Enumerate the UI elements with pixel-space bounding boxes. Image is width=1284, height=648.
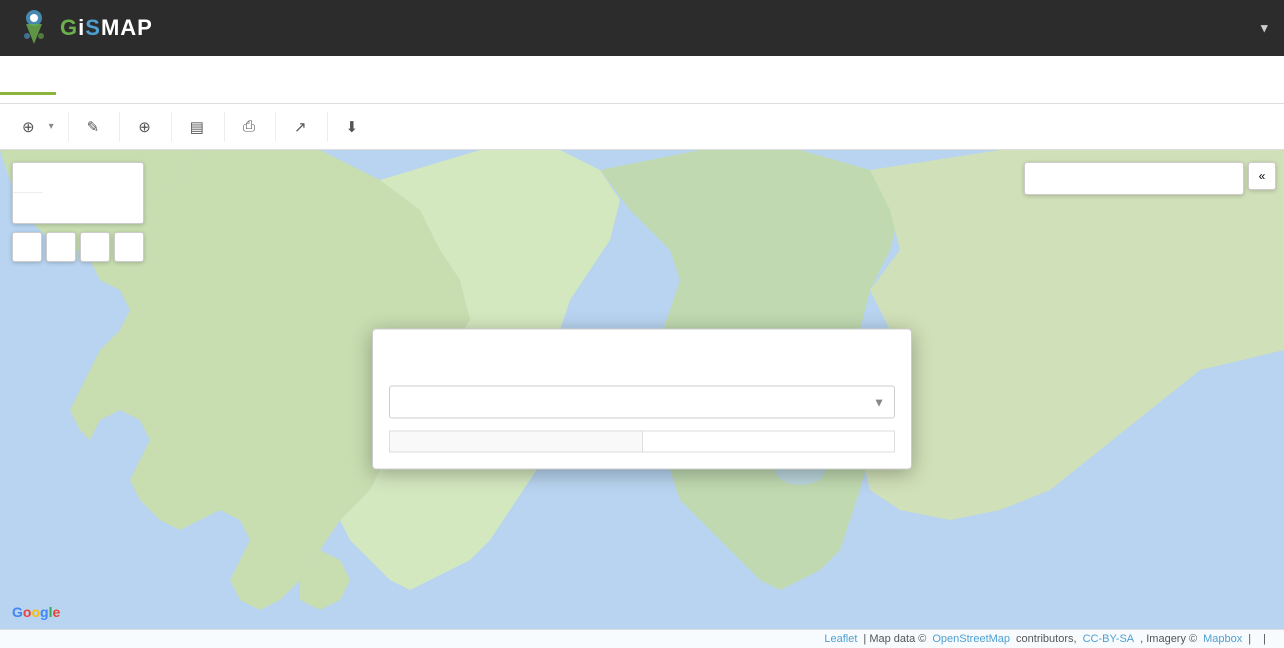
map-area[interactable]: « ▼ [0,150,1284,648]
save-layer-button[interactable]: ▤ [176,112,225,142]
zoom-out-button[interactable] [13,193,43,223]
mapbox-link[interactable]: Mapbox [1203,633,1242,645]
tab-layers[interactable] [0,64,56,95]
attribute-key [390,431,643,452]
save-icon: ▤ [190,118,204,136]
status-bar: Leaflet | Map data © OpenStreetMap contr… [0,629,1284,648]
popup-close-button[interactable] [875,344,895,364]
add-layer-button[interactable]: ⊕ ▾ [8,112,69,142]
add-base-map-button[interactable]: ⊕ [124,112,172,142]
map-controls [12,162,144,262]
osm-link[interactable]: OpenStreetMap [932,633,1010,645]
toolbar: ⊕ ▾ ✎ ⊕ ▤ ⎙ ↗ ⬇ [0,104,1284,150]
share-layer-button[interactable]: ↗ [280,112,328,142]
logo-text: GiSMAP [60,15,153,41]
plus-icon: ⊕ [22,118,35,136]
table-row [390,431,895,452]
popup-select-wrapper: ▼ [389,386,895,419]
pencil-icon: ✎ [87,118,100,136]
caret-icon: ▾ [49,121,54,132]
logo: GiSMAP [16,8,153,48]
collapse-button[interactable]: « [1248,162,1276,190]
tab-bar [0,56,1284,104]
more-button[interactable] [114,232,144,262]
top-navigation: GiSMAP ▾ [0,0,1284,56]
ccbysa-link[interactable]: CC-BY-SA [1083,633,1135,645]
print-icon: ⎙ [243,118,255,135]
nav-user[interactable]: ▾ [1257,20,1268,36]
download-icon: ⬇ [346,118,359,136]
map-print-button[interactable] [80,232,110,262]
feature-popup: ▼ [372,329,912,470]
map-search [1024,162,1244,195]
nav-links: ▾ [1173,20,1268,36]
style-layer-button[interactable]: ✎ [73,112,121,142]
print-layer-button[interactable]: ⎙ [229,112,276,141]
popup-body: ▼ [373,372,911,469]
map-attribution: Leaflet | Map data © OpenStreetMap contr… [824,633,1272,645]
popup-table [389,431,895,453]
logo-icon [16,8,52,48]
tab-feature[interactable] [56,64,112,95]
refresh-button[interactable] [12,232,42,262]
import-csv-button[interactable]: ⬇ [332,112,379,142]
tab-analysis[interactable] [112,64,168,95]
plus-circle-icon: ⊕ [138,118,151,136]
attribute-value [642,431,895,452]
zoom-in-button[interactable] [13,163,43,193]
settings-button[interactable] [46,232,76,262]
google-logo: Google [12,604,60,622]
popup-header [373,330,911,372]
share-icon: ↗ [294,118,307,136]
leaflet-link[interactable]: Leaflet [824,633,857,645]
zoom-controls [12,162,144,224]
attribute-select[interactable] [389,386,895,419]
search-input[interactable] [1024,162,1244,195]
